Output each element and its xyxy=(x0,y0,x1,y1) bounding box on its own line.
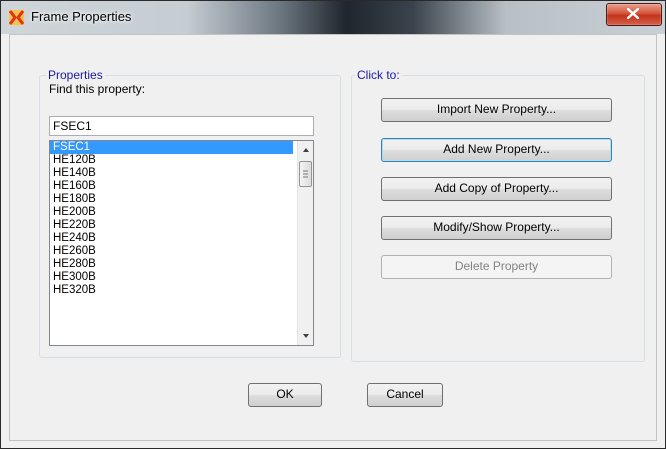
delete-property-button: Delete Property xyxy=(381,255,612,279)
frame-properties-window: Frame Properties Properties Find this pr… xyxy=(0,0,666,449)
property-list-item[interactable]: HE240B xyxy=(50,232,313,245)
add-new-property-button[interactable]: Add New Property... xyxy=(381,138,612,162)
import-new-property-button[interactable]: Import New Property... xyxy=(381,98,612,122)
property-list-item[interactable]: HE140B xyxy=(50,167,313,180)
property-list[interactable]: FSEC1 HE120B HE140B HE160B HE180B HE200B HE220… xyxy=(49,140,314,346)
property-list-item[interactable]: HE180B xyxy=(50,193,313,206)
close-button[interactable] xyxy=(606,3,662,26)
close-icon xyxy=(627,8,639,19)
property-list-item[interactable]: HE200B xyxy=(50,206,313,219)
property-list-item[interactable]: HE160B xyxy=(50,180,313,193)
property-list-item[interactable]: HE260B xyxy=(50,245,313,258)
click-to-group: Click to: Import New Property... Add New… xyxy=(351,68,645,362)
title-bar[interactable]: Frame Properties xyxy=(1,1,665,34)
scroll-thumb[interactable] xyxy=(299,161,312,187)
modify-show-property-button[interactable]: Modify/Show Property... xyxy=(381,216,612,240)
cancel-button[interactable]: Cancel xyxy=(367,383,443,407)
click-to-group-title: Click to: xyxy=(355,68,402,82)
property-list-item[interactable]: HE120B xyxy=(50,154,313,167)
scroll-up-icon[interactable] xyxy=(298,142,313,158)
property-list-item[interactable]: HE320B xyxy=(50,284,313,297)
find-property-label: Find this property: xyxy=(49,82,146,96)
find-property-input[interactable]: FSEC1 xyxy=(49,116,314,136)
property-list-item[interactable]: HE300B xyxy=(50,271,313,284)
properties-group: Properties Find this property: FSEC1 FSE… xyxy=(39,68,341,358)
ok-button[interactable]: OK xyxy=(248,383,322,407)
property-list-items: FSEC1 HE120B HE140B HE160B HE180B HE200B HE220… xyxy=(50,141,313,297)
scroll-down-icon[interactable] xyxy=(298,328,313,344)
property-list-item[interactable]: HE280B xyxy=(50,258,313,271)
property-list-scrollbar[interactable] xyxy=(297,141,313,345)
app-icon xyxy=(8,10,25,25)
property-list-item[interactable]: FSEC1 xyxy=(50,141,293,154)
properties-group-title: Properties xyxy=(46,68,105,82)
dialog-client-area: Properties Find this property: FSEC1 FSE… xyxy=(9,34,657,441)
add-copy-of-property-button[interactable]: Add Copy of Property... xyxy=(381,177,612,201)
window-title: Frame Properties xyxy=(31,9,132,24)
property-list-item[interactable]: HE220B xyxy=(50,219,313,232)
